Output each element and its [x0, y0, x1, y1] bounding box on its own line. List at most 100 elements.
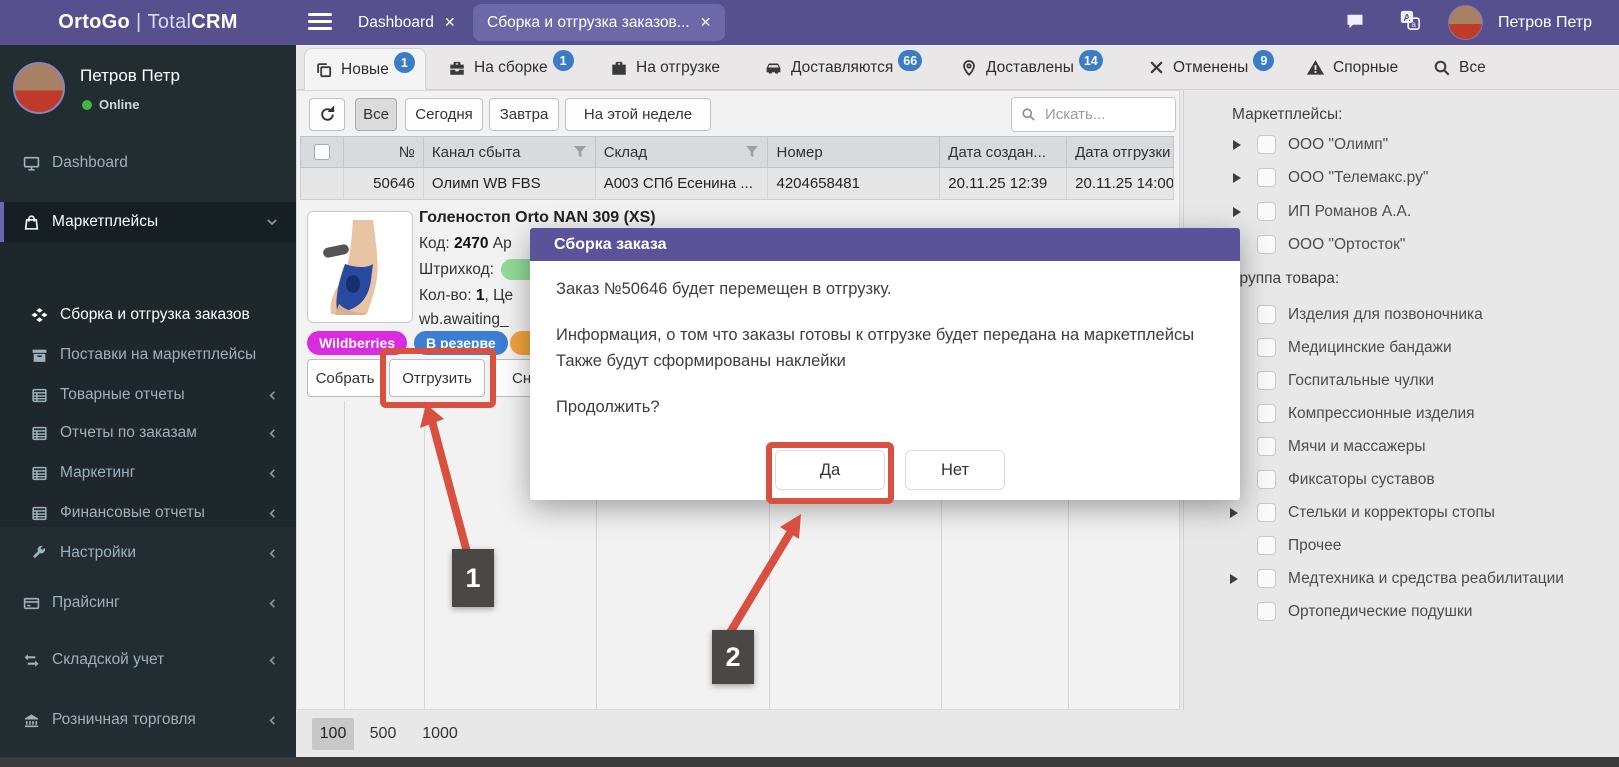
tab-assembly-shipping[interactable]: Сборка и отгрузка заказов... ✕ [473, 4, 725, 41]
filter-tomorrow-button[interactable]: Завтра [489, 98, 559, 131]
group-checkbox[interactable] [1257, 437, 1276, 456]
group-label[interactable]: Мячи и массажеры [1288, 438, 1425, 456]
sidebar-item-dashboard[interactable]: Dashboard [0, 144, 296, 182]
sidebar-item-supplies[interactable]: Поставки на маркетплейсы [0, 336, 296, 374]
group-label[interactable]: Фиксаторы суставов [1288, 471, 1435, 489]
monitor-icon [22, 155, 40, 172]
group-label[interactable]: Прочее [1288, 537, 1341, 555]
col-warehouse[interactable]: Склад [596, 137, 769, 167]
group-label[interactable]: Медицинские бандажи [1288, 339, 1452, 357]
status-tab-all[interactable]: Все [1433, 45, 1486, 90]
expand-triangle-icon[interactable] [1233, 140, 1241, 150]
group-checkbox[interactable] [1257, 536, 1276, 555]
filter-funnel-icon[interactable] [573, 145, 587, 159]
search-input[interactable] [1043, 105, 1163, 124]
dropbox-icon [30, 307, 48, 324]
group-label[interactable]: Ортопедические подушки [1288, 603, 1472, 621]
col-created-date[interactable]: Дата создан... [940, 137, 1067, 167]
sidebar-item-order-reports[interactable]: Отчеты по заказам [0, 414, 296, 452]
refresh-button[interactable] [309, 98, 345, 131]
page-size-100[interactable]: 100 [312, 718, 354, 750]
status-tab-cancelled[interactable]: Отменены 9 [1148, 45, 1274, 90]
marketplace-label[interactable]: ИП Романов А.А. [1288, 203, 1411, 221]
marketplace-checkbox[interactable] [1257, 135, 1276, 154]
marketplace-label[interactable]: ООО "Ортосток" [1288, 236, 1405, 254]
group-label[interactable]: Компрессионные изделия [1288, 405, 1475, 423]
group-checkbox[interactable] [1257, 503, 1276, 522]
chat-icon[interactable] [1345, 11, 1365, 31]
filter-funnel-icon[interactable] [745, 145, 759, 159]
marketplace-checkbox[interactable] [1257, 168, 1276, 187]
group-checkbox[interactable] [1257, 305, 1276, 324]
user-avatar[interactable] [1448, 5, 1483, 40]
group-checkbox[interactable] [1257, 569, 1276, 588]
group-checkbox[interactable] [1257, 371, 1276, 390]
filter-today-button[interactable]: Сегодня [405, 98, 483, 131]
sidebar-item-product-reports[interactable]: Товарные отчеты [0, 376, 296, 414]
order-row[interactable]: 50646 Олимп WB FBS А003 СПб Есенина ... … [300, 168, 1174, 200]
expand-triangle-icon[interactable] [1233, 207, 1241, 217]
logo-secondary-bold: CRM [191, 11, 237, 34]
tab-label: Dashboard [358, 14, 434, 32]
translate-icon[interactable]: Aa [1399, 9, 1421, 31]
group-label[interactable]: Госпитальные чулки [1288, 372, 1434, 390]
filter-this-week-button[interactable]: На этой неделе [565, 98, 711, 131]
row-checkbox-cell[interactable] [301, 168, 344, 199]
sidebar-item-pricing[interactable]: Прайсинг [0, 584, 296, 622]
status-tab-disputed[interactable]: Спорные [1306, 45, 1398, 90]
group-checkbox[interactable] [1257, 470, 1276, 489]
group-label[interactable]: Изделия для позвоночника [1288, 306, 1483, 324]
tab-dashboard[interactable]: Dashboard ✕ [358, 0, 456, 45]
marketplace-label[interactable]: ООО "Олимп" [1288, 136, 1388, 154]
sidebar-item-order-assembly[interactable]: Сборка и отгрузка заказов [0, 296, 296, 334]
col-order-number[interactable]: Номер [768, 137, 940, 167]
report-table-icon [30, 465, 48, 482]
status-tab-assembling[interactable]: На сборке 1 [448, 45, 574, 90]
code-value: 2470 [454, 235, 488, 252]
expand-triangle-icon[interactable] [1230, 508, 1238, 518]
page-size-1000[interactable]: 1000 [412, 718, 468, 750]
orders-table-header: № Канал сбыта Склад Номер Дата создан...… [300, 136, 1174, 168]
menu-toggle-icon[interactable] [308, 13, 332, 32]
product-title: Голеностоп Orto NAN 309 (XS) [419, 209, 656, 227]
status-tab-shipping[interactable]: На отгрузке [610, 45, 720, 90]
expand-triangle-icon[interactable] [1230, 574, 1238, 584]
group-label[interactable]: Медтехника и средства реабилитации [1288, 570, 1564, 588]
expand-triangle-icon[interactable] [1233, 173, 1241, 183]
report-table-icon [30, 505, 48, 522]
group-checkbox[interactable] [1257, 404, 1276, 423]
col-sales-channel[interactable]: Канал сбыта [424, 137, 596, 167]
status-tab-delivering[interactable]: Доставляются 66 [764, 45, 922, 90]
group-label[interactable]: Стельки и корректоры стопы [1288, 504, 1495, 522]
dialog-line2: Информация, о том что заказы готовы к от… [556, 326, 1194, 345]
marketplace-checkbox[interactable] [1257, 235, 1276, 254]
sidebar-item-marketing[interactable]: Маркетинг [0, 454, 296, 492]
close-icon[interactable]: ✕ [700, 14, 712, 31]
group-checkbox[interactable] [1257, 338, 1276, 357]
annotation-step-2: 2 [712, 630, 754, 684]
refresh-icon [319, 106, 336, 123]
select-all-checkbox[interactable] [314, 144, 330, 160]
logo-separator: | [136, 11, 142, 34]
product-code-line: Код: 2470 Ар [419, 235, 512, 253]
sidebar-item-retail[interactable]: Розничная торговля [0, 701, 296, 739]
assemble-button[interactable]: Собрать [307, 359, 383, 397]
marketplace-checkbox[interactable] [1257, 202, 1276, 221]
sidebar-item-finance-reports[interactable]: Финансовые отчеты [0, 494, 296, 532]
code-tail: Ар [493, 235, 512, 252]
sidebar-item-marketplaces[interactable]: Маркетплейсы [0, 202, 296, 242]
col-number[interactable]: № [344, 137, 424, 167]
product-image[interactable] [307, 211, 413, 323]
close-icon[interactable]: ✕ [444, 14, 456, 31]
col-shipping-date[interactable]: Дата отгрузки [1067, 137, 1173, 167]
status-tab-delivered[interactable]: Доставлены 14 [960, 45, 1103, 90]
status-tab-new[interactable]: Новые 1 [304, 48, 426, 90]
marketplace-label[interactable]: ООО "Телемакс.ру" [1288, 169, 1428, 187]
confirm-no-button[interactable]: Нет [905, 450, 1005, 490]
dialog-title: Сборка заказа [554, 236, 667, 254]
page-size-500[interactable]: 500 [362, 718, 404, 750]
group-checkbox[interactable] [1257, 602, 1276, 621]
filter-all-button[interactable]: Все [355, 98, 397, 131]
sidebar-item-warehouse[interactable]: Складской учет [0, 641, 296, 679]
sidebar-item-settings[interactable]: Настройки [0, 534, 296, 572]
